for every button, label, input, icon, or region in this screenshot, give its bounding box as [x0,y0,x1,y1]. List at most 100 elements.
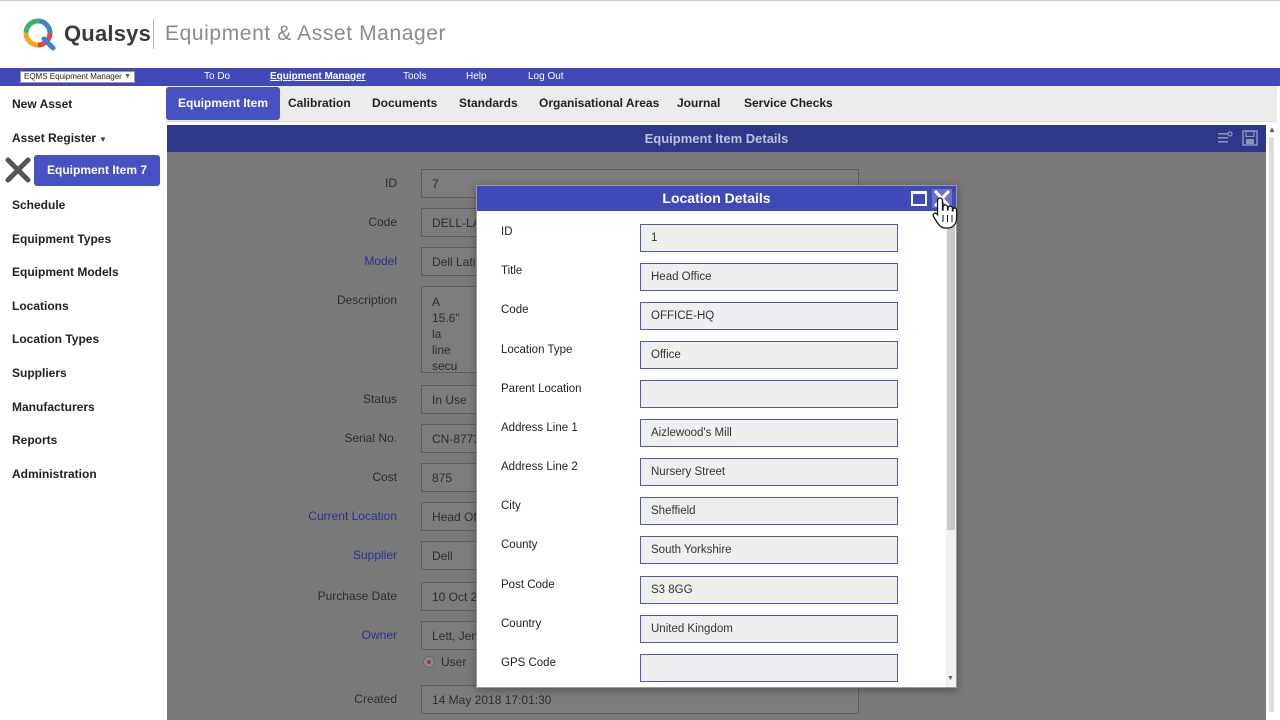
field-purchase-date[interactable]: 10 Oct 20 [421,582,481,611]
modal-title-bar: Location Details [477,186,956,211]
tab-service-checks[interactable]: Service Checks [732,87,845,120]
caret-down-icon: ▼ [99,135,107,144]
location-title-input[interactable]: Head Office [640,263,898,291]
menu-item-logout[interactable]: Log Out [528,70,564,84]
sidebar-item-locations[interactable]: Locations [12,299,69,313]
scroll-up-icon[interactable]: ▲ [1268,125,1276,134]
field-label-purchase-date: Purchase Date [317,589,397,603]
field-status[interactable]: In Use [421,385,481,414]
form-title: Equipment Item Details [644,131,789,146]
sidebar-item-reports[interactable]: Reports [12,433,57,447]
field-current-location[interactable]: Head Of [421,502,481,531]
location-label-gps: GPS Code [501,657,556,669]
modal-scrollbar[interactable]: ▼ [946,211,956,687]
sidebar-item-suppliers[interactable]: Suppliers [12,366,67,380]
location-label-city: City [501,500,521,512]
modal-scroll-thumb[interactable] [947,218,955,530]
brand-name: Qualsys [64,21,152,46]
settings-list-icon[interactable] [1217,130,1233,146]
tab-equipment-item[interactable]: Equipment Item [166,87,281,120]
tab-organisational-areas[interactable]: Organisational Areas [527,87,671,120]
chevron-down-icon: ▼ [124,73,131,80]
modal-body: ID 1 Title Head Office Code OFFICE-HQ Lo… [477,211,946,687]
location-country-input[interactable]: United Kingdom [640,615,898,643]
field-supplier[interactable]: Dell [421,541,481,570]
sidebar-item-administration[interactable]: Administration [12,467,97,481]
field-cost[interactable]: 875 [421,463,481,492]
sidebar-item-new-asset[interactable]: New Asset [12,97,72,111]
sidebar-item-equipment-types[interactable]: Equipment Types [12,232,111,246]
location-address1-input[interactable]: Aizlewood's Mill [640,419,898,447]
location-type-input[interactable]: Office [640,341,898,369]
sidebar-item-location-types[interactable]: Location Types [12,332,99,346]
location-label-type: Location Type [501,344,573,356]
menu-item-help[interactable]: Help [466,70,487,84]
top-menubar: EQMS Equipment Manager ▼ To Do Equipment… [0,68,1280,86]
location-label-address2: Address Line 2 [501,461,578,473]
location-label-county: County [501,539,538,551]
field-label-id: ID [385,176,397,190]
scroll-down-icon[interactable]: ▼ [947,675,954,682]
sidebar-item-asset-register[interactable]: Asset Register ▼ [12,131,107,145]
field-label-supplier-link[interactable]: Supplier [197,548,397,562]
tab-standards[interactable]: Standards [447,87,530,120]
location-parent-input[interactable] [640,380,898,408]
location-postcode-input[interactable]: S3 8GG [640,576,898,604]
field-owner[interactable]: Lett, Jen [421,621,481,650]
tab-documents[interactable]: Documents [360,87,449,120]
hand-pointer-icon [932,197,958,229]
page-scroll-thumb[interactable] [1269,137,1274,712]
tab-bar: Equipment Item Calibration Documents Sta… [166,86,1277,122]
location-city-input[interactable]: Sheffield [640,497,898,525]
radio-selected-icon [423,656,435,668]
location-id-input[interactable]: 1 [640,224,898,252]
sidebar-item-label: Asset Register [12,131,97,145]
sidebar-item-manufacturers[interactable]: Manufacturers [12,400,95,414]
owner-type-radio[interactable]: User [423,655,466,669]
form-title-bar: Equipment Item Details [167,125,1266,152]
location-label-address1: Address Line 1 [501,422,578,434]
save-icon[interactable] [1242,130,1258,146]
sidebar-item-equipment-item[interactable]: Equipment Item 7 [34,155,160,186]
location-code-input[interactable]: OFFICE-HQ [640,302,898,330]
header-divider [153,19,154,49]
field-code[interactable]: DELL-LA [421,208,481,237]
tab-journal[interactable]: Journal [665,87,732,120]
field-label-cost: Cost [372,470,397,484]
qualsys-logo-icon [23,18,56,51]
location-label-code: Code [501,304,529,316]
maximize-icon[interactable] [911,191,927,206]
sidebar-item-equipment-models[interactable]: Equipment Models [12,265,119,279]
field-model[interactable]: Dell Lati [421,247,481,276]
app-selector-value: EQMS Equipment Manager [24,72,122,81]
tab-calibration[interactable]: Calibration [276,87,363,120]
field-label-created: Created [354,692,397,706]
location-county-input[interactable]: South Yorkshire [640,536,898,564]
location-details-modal: Location Details ID 1 Title Head Office … [476,185,957,688]
field-serial[interactable]: CN-8773 [421,424,481,453]
close-item-icon[interactable] [4,156,32,184]
location-label-country: Country [501,618,542,630]
description-line-2: line secu [432,343,458,373]
field-label-model-link[interactable]: Model [197,254,397,268]
location-label-title: Title [501,265,523,277]
field-created: 14 May 2018 17:01:30 [421,685,859,714]
field-label-current-location-link[interactable]: Current Location [197,509,397,523]
field-label-owner-link[interactable]: Owner [197,628,397,642]
description-line-1: A 15.6" la [432,295,460,341]
menu-item-tools[interactable]: Tools [403,70,426,84]
field-label-code: Code [368,215,397,229]
location-address2-input[interactable]: Nursery Street [640,458,898,486]
sidebar-item-schedule[interactable]: Schedule [12,198,65,212]
menu-item-equipment-manager[interactable]: Equipment Manager [270,70,366,84]
radio-label: User [441,655,467,669]
sidebar: New Asset Asset Register ▼ Equipment Item… [0,86,166,720]
page-scrollbar[interactable]: ▲ [1266,125,1278,720]
modal-title: Location Details [662,190,771,206]
app-title: Equipment & Asset Manager [165,22,447,45]
field-description[interactable]: A 15.6" la line secu [421,286,481,373]
location-gps-input[interactable] [640,654,898,682]
menu-item-todo[interactable]: To Do [204,70,230,84]
app-selector-dropdown[interactable]: EQMS Equipment Manager ▼ [20,71,135,83]
location-label-parent: Parent Location [501,383,582,395]
